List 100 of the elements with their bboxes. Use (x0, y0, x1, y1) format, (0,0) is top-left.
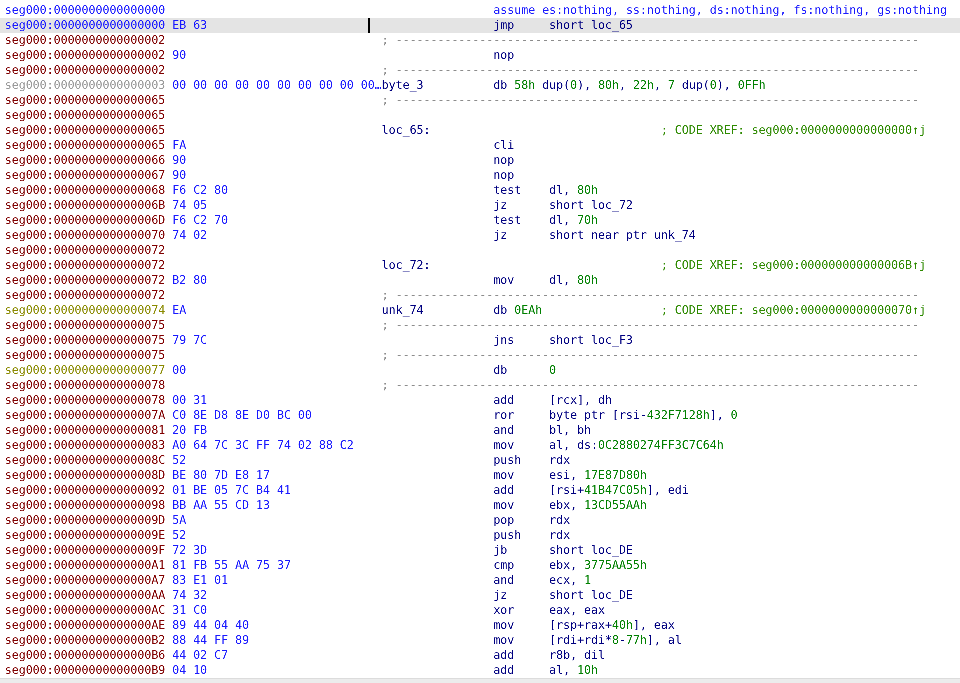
address-text: seg000:0000000000000065 (5, 123, 167, 138)
listing-row[interactable]: seg000:0000000000000083 A0 64 7C 3C FF 74 02 88 C2 mov al, ds:0C2880274FF3C7C64h (0, 438, 960, 453)
hex-bytes-text: 74 02 (172, 228, 208, 242)
mnemonic-text: jz (494, 588, 509, 603)
operand-text: ebx, 3775AA55h (549, 558, 648, 573)
listing-row[interactable]: seg000:000000000000009E 52 push rdx (0, 528, 960, 543)
listing-row[interactable]: seg000:0000000000000098 BB AA 55 CD 13 mov ebx, 13CD55AAh (0, 498, 960, 513)
listing-row[interactable]: seg000:0000000000000075 ; --------------------------------------------------------------------------- (0, 318, 960, 333)
address-text: seg000:00000000000000B2 (5, 633, 167, 648)
operand-text: [rcx], dh (549, 393, 612, 408)
mnemonic-text: mov (494, 498, 516, 513)
address-text: seg000:0000000000000070 (5, 228, 167, 243)
listing-row[interactable]: seg000:0000000000000065 loc_65: ; CODE XREF: seg000:0000000000000000↑j (0, 123, 960, 138)
operand-text: [rdi+rdi*8-77h], al (549, 633, 682, 648)
hex-bytes-text: FA (172, 138, 186, 152)
listing-row[interactable]: seg000:0000000000000081 20 FB and bl, bh (0, 423, 960, 438)
listing-row[interactable]: seg000:00000000000000AA 74 32 jz short loc_DE (0, 588, 960, 603)
address-text: seg000:00000000000000A1 (5, 558, 167, 573)
operand-text: eax, eax (549, 603, 606, 618)
listing-row[interactable]: seg000:0000000000000068 F6 C2 80 test dl, 80h (0, 183, 960, 198)
mnemonic-text: push (494, 528, 522, 543)
address-text: seg000:0000000000000083 (5, 438, 167, 453)
address-text: seg000:0000000000000067 (5, 168, 167, 183)
listing-row[interactable]: seg000:0000000000000002 ; --------------------------------------------------------------------------- (0, 63, 960, 78)
mnemonic-text: test (494, 183, 522, 198)
listing-row[interactable]: seg000:0000000000000092 01 BE 05 7C B4 41 add [rsi+41B47C05h], edi (0, 483, 960, 498)
address-text: seg000:0000000000000075 (5, 333, 167, 348)
listing-row[interactable]: seg000:000000000000009D 5A pop rdx (0, 513, 960, 528)
address-text: seg000:0000000000000077 (5, 363, 167, 378)
operand-text: rdx (549, 528, 570, 543)
listing-row[interactable]: seg000:0000000000000002 ; --------------------------------------------------------------------------- (0, 33, 960, 48)
listing-row[interactable]: seg000:00000000000000B6 44 02 C7 add r8b, dil (0, 648, 960, 663)
listing-row[interactable]: seg000:00000000000000AC 31 C0 xor eax, eax (0, 603, 960, 618)
listing-row[interactable]: seg000:000000000000008D BE 80 7D E8 17 mov esi, 17E87D80h (0, 468, 960, 483)
listing-row[interactable]: seg000:0000000000000078 00 31 add [rcx], dh (0, 393, 960, 408)
address-text: seg000:0000000000000065 (5, 93, 167, 108)
address-text: seg000:0000000000000072 (5, 243, 167, 258)
mnemonic-text: push (494, 453, 522, 468)
comment-text: ; CODE XREF: seg000:0000000000000070↑j (661, 303, 928, 318)
mnemonic-text: db (494, 303, 508, 318)
operand-text: short loc_65 (549, 18, 634, 33)
listing-row[interactable]: seg000:00000000000000B9 04 10 add al, 10h (0, 663, 960, 678)
operand-text: esi, 17E87D80h (549, 468, 648, 483)
listing-row[interactable]: seg000:0000000000000065 (0, 108, 960, 123)
separator-text: ; --------------------------------------------------------------------------- (382, 63, 920, 78)
listing-row[interactable]: seg000:0000000000000070 74 02 jz short near ptr unk_74 (0, 228, 960, 243)
address-text: seg000:0000000000000075 (5, 348, 167, 363)
address-text: seg000:0000000000000072 (5, 258, 167, 273)
listing-row[interactable]: seg000:00000000000000A1 81 FB 55 AA 75 37 cmp ebx, 3775AA55h (0, 558, 960, 573)
mnemonic-text: test (494, 213, 522, 228)
mnemonic-text: nop (494, 48, 516, 63)
mnemonic-text: add (494, 393, 516, 408)
listing-row[interactable]: seg000:0000000000000072 B2 80 mov dl, 80h (0, 273, 960, 288)
operand-text: rdx (549, 513, 570, 528)
hex-bytes-text: BE 80 7D E8 17 (172, 468, 270, 482)
listing-row[interactable]: seg000:0000000000000077 00 db 0 (0, 363, 960, 378)
listing-row[interactable]: seg000:0000000000000072 (0, 243, 960, 258)
horizontal-scrollbar[interactable] (0, 678, 960, 683)
listing-row[interactable]: seg000:0000000000000065 ; --------------------------------------------------------------------------- (0, 93, 960, 108)
hex-bytes-text: 89 44 04 40 (172, 618, 250, 632)
operand-text: 0 (549, 363, 556, 378)
listing-row[interactable]: seg000:0000000000000074 EA unk_74 db 0EAh ; CODE XREF: seg000:0000000000000070↑j (0, 303, 960, 318)
listing-row[interactable]: seg000:0000000000000075 ; --------------------------------------------------------------------------- (0, 348, 960, 363)
label-text: unk_74 (382, 303, 424, 317)
address-text: seg000:0000000000000068 (5, 183, 167, 198)
listing-row[interactable]: seg000:0000000000000000 EB 63 jmp short loc_65 (0, 18, 960, 33)
listing-row[interactable]: seg000:000000000000009F 72 3D jb short loc_DE (0, 543, 960, 558)
hex-bytes-text: 90 (172, 153, 186, 167)
address-text: seg000:0000000000000002 (5, 48, 167, 63)
hex-bytes-text: EB 63 (172, 18, 208, 32)
address-text: seg000:0000000000000065 (5, 108, 167, 123)
listing-row[interactable]: seg000:0000000000000065 FA cli (0, 138, 960, 153)
listing-row[interactable]: seg000:0000000000000003 00 00 00 00 00 00 00 00 00 00…byte_3 db 58h dup(0), 80h, 22h, 7 dup(0), 0FFh (0, 78, 960, 93)
listing-row[interactable]: seg000:0000000000000067 90 nop (0, 168, 960, 183)
address-text: seg000:000000000000006D (5, 213, 167, 228)
listing-row[interactable]: seg000:000000000000006B 74 05 jz short loc_72 (0, 198, 960, 213)
address-text: seg000:0000000000000003 (5, 78, 167, 93)
address-text: seg000:0000000000000066 (5, 153, 167, 168)
address-text: seg000:0000000000000000 (5, 18, 167, 33)
hex-bytes-text: 04 10 (172, 663, 208, 677)
listing-row[interactable]: seg000:00000000000000AE 89 44 04 40 mov [rsp+rax+40h], eax (0, 618, 960, 633)
operand-text: short loc_F3 (549, 333, 634, 348)
listing-row[interactable]: seg000:00000000000000A7 83 E1 01 and ecx, 1 (0, 573, 960, 588)
listing-row[interactable]: seg000:0000000000000066 90 nop (0, 153, 960, 168)
operand-text: short near ptr unk_74 (549, 228, 696, 243)
address-text: seg000:000000000000008D (5, 468, 167, 483)
operand-text: [rsi+41B47C05h], edi (549, 483, 690, 498)
hex-bytes-text: 88 44 FF 89 (172, 633, 250, 647)
listing-row[interactable]: seg000:000000000000007A C0 8E D8 8E D0 BC 00 ror byte ptr [rsi-432F7128h], 0 (0, 408, 960, 423)
listing-row[interactable]: seg000:0000000000000002 90 nop (0, 48, 960, 63)
listing-row[interactable]: seg000:0000000000000078 ; --------------------------------------------------------------------------- (0, 378, 960, 393)
address-text: seg000:0000000000000000 (5, 3, 167, 18)
listing-row[interactable]: seg000:000000000000008C 52 push rdx (0, 453, 960, 468)
listing-row[interactable]: seg000:0000000000000075 79 7C jns short loc_F3 (0, 333, 960, 348)
listing-row[interactable]: seg000:0000000000000000 assume es:nothing, ss:nothing, ds:nothing, fs:nothing, gs:nothing (0, 3, 960, 18)
listing-row[interactable]: seg000:0000000000000072 ; --------------------------------------------------------------------------- (0, 288, 960, 303)
listing-row[interactable]: seg000:0000000000000072 loc_72: ; CODE XREF: seg000:000000000000006B↑j (0, 258, 960, 273)
listing-row[interactable]: seg000:00000000000000B2 88 44 FF 89 mov [rdi+rdi*8-77h], al (0, 633, 960, 648)
listing-row[interactable]: seg000:000000000000006D F6 C2 70 test dl, 70h (0, 213, 960, 228)
operand-text: short loc_72 (549, 198, 634, 213)
